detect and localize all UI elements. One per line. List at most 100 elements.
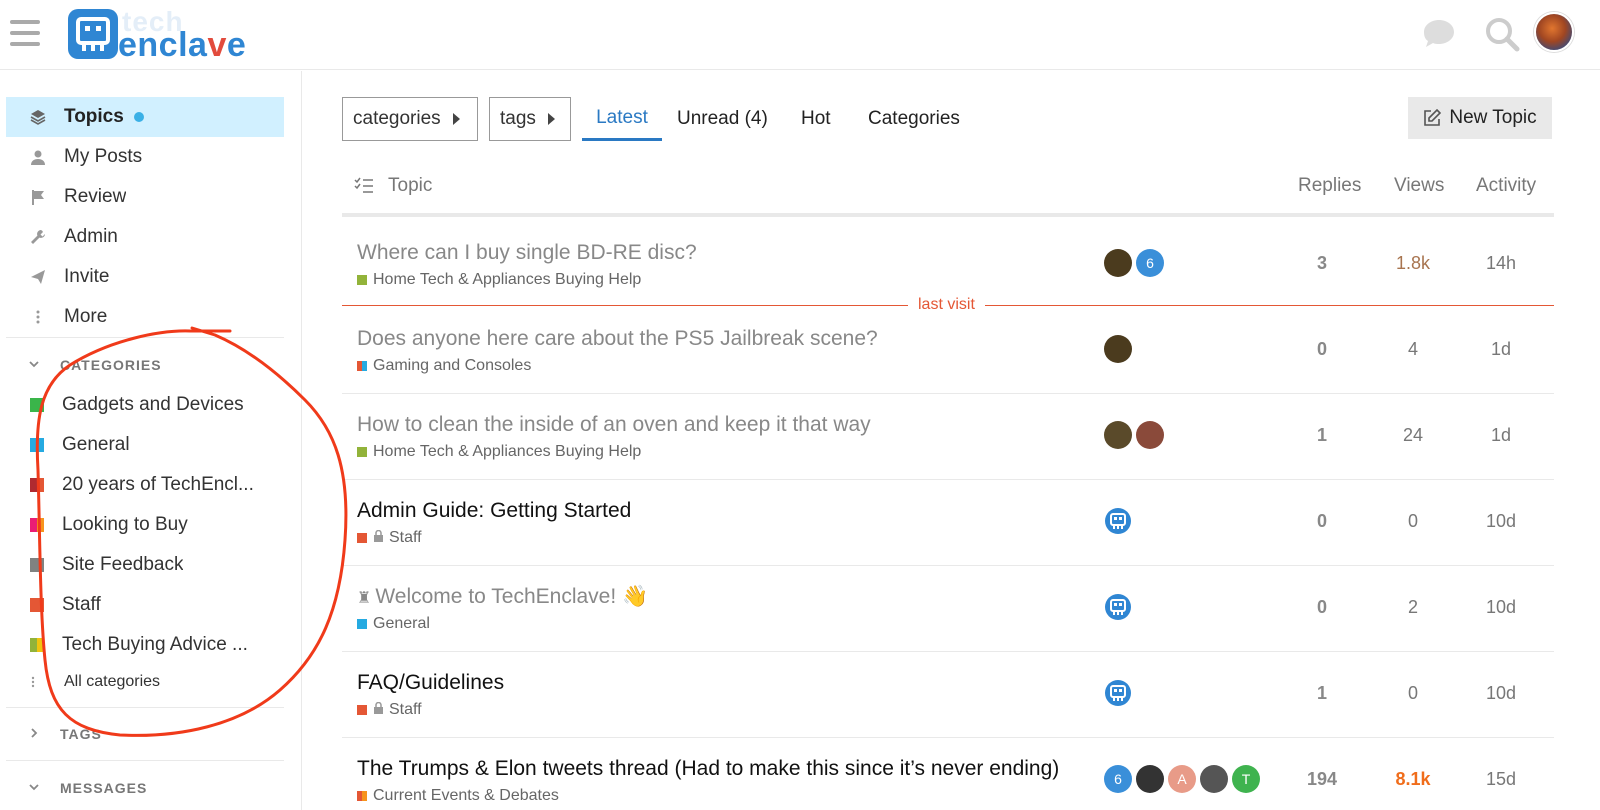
replies-count[interactable]: 3: [1292, 253, 1352, 274]
system-avatar[interactable]: [1104, 507, 1132, 535]
activity-time[interactable]: 1d: [1471, 339, 1531, 360]
sidebar-item-my-posts[interactable]: My Posts: [6, 137, 284, 177]
topic-title-link[interactable]: Where can I buy single BD-RE disc?: [357, 241, 697, 265]
topic-category-link[interactable]: Staff: [357, 701, 422, 719]
pin-icon: ♜: [357, 590, 372, 607]
tab-latest[interactable]: Latest: [582, 97, 662, 141]
topic-title-link[interactable]: Admin Guide: Getting Started: [357, 499, 631, 523]
category-color-swatch: [30, 518, 44, 532]
category-color-swatch: [30, 438, 44, 452]
topic-title-link[interactable]: ♜ Welcome to TechEnclave! 👋: [357, 585, 648, 609]
sidebar-category-gadgets[interactable]: Gadgets and Devices: [6, 385, 284, 425]
topic-posters: [1104, 679, 1136, 707]
activity-time[interactable]: 10d: [1471, 683, 1531, 704]
main-content: categories tags Latest Unread (4) Hot Ca…: [342, 71, 1588, 810]
tags-section-toggle[interactable]: TAGS: [6, 719, 284, 749]
views-count: 4: [1407, 339, 1418, 359]
caret-right-icon: [452, 113, 460, 125]
search-icon[interactable]: [1482, 14, 1522, 54]
topic-title-link[interactable]: Does anyone here care about the PS5 Jail…: [357, 327, 878, 351]
sidebar-item-review[interactable]: Review: [6, 177, 284, 217]
avatar[interactable]: [1104, 421, 1132, 449]
avatar[interactable]: [1104, 249, 1132, 277]
topic-category-link[interactable]: General: [357, 615, 430, 633]
tab-hot[interactable]: Hot: [797, 97, 835, 141]
topic-title-link[interactable]: How to clean the inside of an oven and k…: [357, 413, 871, 437]
table-row: Where can I buy single BD-RE disc? Home …: [342, 221, 1554, 305]
category-color-swatch: [357, 447, 367, 457]
tab-categories[interactable]: Categories: [864, 97, 964, 141]
topic-title-link[interactable]: FAQ/Guidelines: [357, 671, 504, 695]
new-topic-button[interactable]: New Topic: [1408, 97, 1552, 139]
replies-count[interactable]: 0: [1292, 511, 1352, 532]
sidebar-item-admin[interactable]: Admin: [6, 217, 284, 257]
activity-time[interactable]: 14h: [1471, 253, 1531, 274]
sidebar-category-looking-to-buy[interactable]: Looking to Buy: [6, 505, 284, 545]
topic-category-link[interactable]: Home Tech & Appliances Buying Help: [357, 271, 641, 289]
sidebar-item-invite[interactable]: Invite: [6, 257, 284, 297]
categories-dropdown[interactable]: categories: [342, 97, 478, 141]
column-views[interactable]: Views: [1394, 175, 1444, 197]
chevron-down-icon: [28, 357, 48, 373]
sidebar-category-tech-buying-advice[interactable]: Tech Buying Advice ...: [6, 625, 284, 665]
topic-category-link[interactable]: Gaming and Consoles: [357, 357, 531, 375]
views-count: 0: [1407, 683, 1418, 703]
replies-count[interactable]: 1: [1292, 683, 1352, 704]
replies-count[interactable]: 0: [1292, 339, 1352, 360]
bulk-select-icon[interactable]: [354, 177, 374, 201]
category-color-swatch: [357, 705, 367, 715]
topic-category-link[interactable]: Staff: [357, 529, 422, 547]
vertical-dots-icon: [28, 307, 48, 327]
categories-section-toggle[interactable]: CATEGORIES: [6, 350, 284, 380]
table-row: Does anyone here care about the PS5 Jail…: [342, 307, 1554, 394]
category-color-swatch: [30, 638, 44, 652]
tags-dropdown[interactable]: tags: [489, 97, 571, 141]
tab-unread[interactable]: Unread (4): [673, 97, 772, 141]
avatar[interactable]: [1136, 421, 1164, 449]
activity-time[interactable]: 1d: [1471, 425, 1531, 446]
lock-icon: [373, 701, 384, 719]
system-avatar[interactable]: [1104, 679, 1132, 707]
chat-icon[interactable]: [1418, 14, 1458, 54]
list-icon: [28, 672, 48, 692]
sidebar-category-site-feedback[interactable]: Site Feedback: [6, 545, 284, 585]
avatar[interactable]: 6: [1136, 249, 1164, 277]
column-replies[interactable]: Replies: [1298, 175, 1361, 197]
replies-count[interactable]: 0: [1292, 597, 1352, 618]
hamburger-menu-icon[interactable]: [10, 20, 40, 46]
topic-posters: [1104, 335, 1136, 363]
category-color-swatch: [30, 398, 44, 412]
avatar[interactable]: [1200, 765, 1228, 793]
logo-mark-icon: [68, 9, 118, 59]
user-icon: [28, 147, 48, 167]
site-logo[interactable]: tech enclave: [68, 6, 268, 64]
activity-time[interactable]: 15d: [1471, 769, 1531, 790]
category-color-swatch: [357, 361, 367, 371]
activity-time[interactable]: 10d: [1471, 597, 1531, 618]
topic-title-link[interactable]: The Trumps & Elon tweets thread (Had to …: [357, 757, 1059, 781]
column-activity[interactable]: Activity: [1476, 175, 1536, 197]
system-avatar[interactable]: [1104, 593, 1132, 621]
topic-category-link[interactable]: Home Tech & Appliances Buying Help: [357, 443, 641, 461]
paper-plane-icon: [28, 267, 48, 287]
activity-time[interactable]: 10d: [1471, 511, 1531, 532]
avatar[interactable]: [1104, 335, 1132, 363]
replies-count[interactable]: 1: [1292, 425, 1352, 446]
sidebar-item-more[interactable]: More: [6, 297, 284, 337]
avatar[interactable]: 6: [1104, 765, 1132, 793]
sidebar-category-staff[interactable]: Staff: [6, 585, 284, 625]
messages-section-toggle[interactable]: MESSAGES: [6, 773, 284, 803]
user-avatar[interactable]: [1534, 12, 1574, 52]
wrench-icon: [28, 227, 48, 247]
sidebar-all-categories[interactable]: All categories: [6, 665, 284, 699]
topic-posters: [1104, 593, 1136, 621]
sidebar-category-20-years[interactable]: 20 years of TechEncl...: [6, 465, 284, 505]
topic-category-link[interactable]: Current Events & Debates: [357, 787, 559, 805]
sidebar-item-topics[interactable]: Topics: [6, 97, 284, 137]
avatar[interactable]: T: [1232, 765, 1260, 793]
column-topic[interactable]: Topic: [388, 175, 432, 197]
avatar[interactable]: [1136, 765, 1164, 793]
avatar[interactable]: A: [1168, 765, 1196, 793]
replies-count[interactable]: 194: [1292, 769, 1352, 790]
sidebar-category-general[interactable]: General: [6, 425, 284, 465]
